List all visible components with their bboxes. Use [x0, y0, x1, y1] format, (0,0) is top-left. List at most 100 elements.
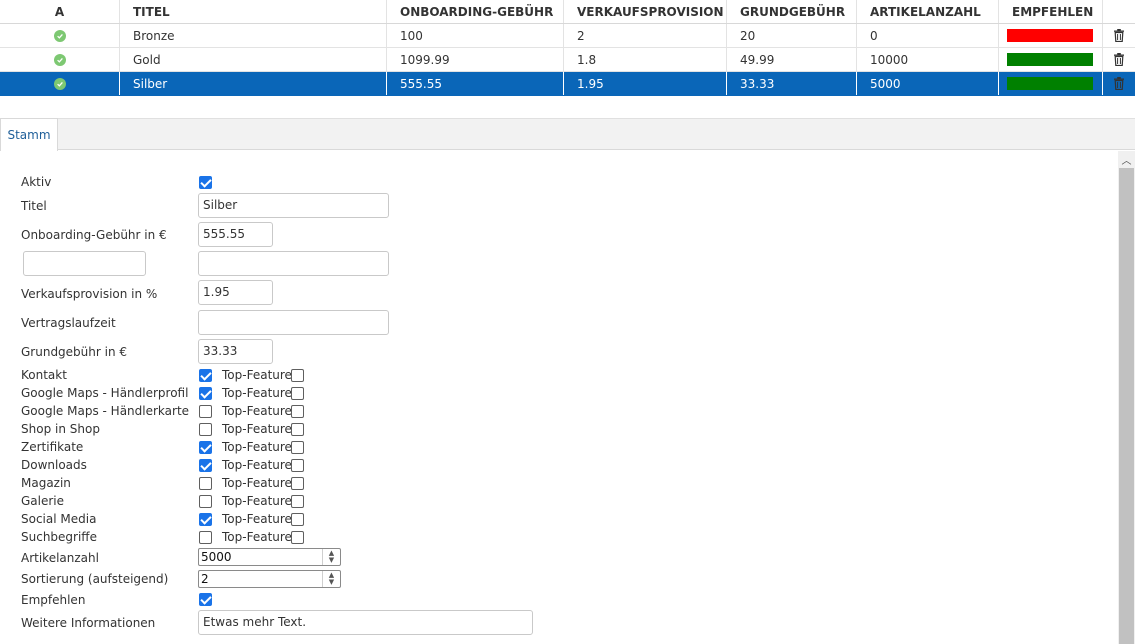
weitere-informationen-input[interactable]: Etwas mehr Text.: [198, 610, 533, 635]
spin-down-icon[interactable]: ▼: [329, 579, 334, 586]
feature-label: Kontakt: [21, 368, 67, 382]
top-feature-label: Top-Feature: [222, 458, 292, 472]
extra-value-input[interactable]: [198, 251, 389, 276]
empfehlen-cell: [999, 48, 1103, 71]
feature-checkbox[interactable]: [199, 369, 212, 382]
table-row[interactable]: Bronze 100 2 20 0: [0, 24, 1135, 48]
titel-input[interactable]: Silber: [198, 193, 389, 218]
column-header-active[interactable]: A: [0, 0, 120, 23]
onboarding-cell: 555.55: [387, 72, 564, 95]
grid-header: A TITEL ONBOARDING-GEBÜHR VERKAUFSPROVIS…: [0, 0, 1135, 24]
table-row[interactable]: Silber 555.55 1.95 33.33 5000: [0, 72, 1135, 96]
sortierung-spin-buttons[interactable]: ▲ ▼: [322, 571, 340, 587]
trash-icon[interactable]: [1113, 29, 1125, 42]
tab-bar: Stamm: [0, 118, 1135, 151]
feature-checkbox[interactable]: [199, 531, 212, 544]
feature-checkbox[interactable]: [199, 423, 212, 436]
tab-stamm[interactable]: Stamm: [0, 118, 58, 151]
artikelanzahl-label: Artikelanzahl: [21, 551, 99, 565]
top-feature-checkbox[interactable]: [291, 459, 304, 472]
artikelanzahl-value: 5000: [201, 550, 232, 564]
feature-checkbox[interactable]: [199, 441, 212, 454]
grundgebuehr-cell: 49.99: [727, 48, 857, 71]
verkaufsprovision-cell: 1.8: [564, 48, 727, 71]
aktiv-label: Aktiv: [21, 175, 52, 189]
feature-checkbox[interactable]: [199, 459, 212, 472]
scrollbar-thumb[interactable]: [1119, 168, 1134, 644]
grid-body: Bronze 100 2 20 0 Gold 1099.99 1.8 49.99 10000 Sil…: [0, 24, 1135, 96]
top-feature-label: Top-Feature: [222, 404, 292, 418]
top-feature-checkbox[interactable]: [291, 495, 304, 508]
delete-cell: [1103, 24, 1135, 47]
column-header-actions: [1103, 0, 1135, 23]
empfehlen-indicator: [1007, 29, 1093, 42]
top-feature-checkbox[interactable]: [291, 369, 304, 382]
top-feature-checkbox[interactable]: [291, 477, 304, 490]
check-circle-icon: [53, 29, 66, 42]
titel-cell: Gold: [120, 48, 387, 71]
artikelanzahl-cell: 10000: [857, 48, 999, 71]
onboarding-input[interactable]: 555.55: [198, 222, 273, 247]
feature-checkbox[interactable]: [199, 387, 212, 400]
feature-label: Zertifikate: [21, 440, 84, 454]
top-feature-checkbox[interactable]: [291, 387, 304, 400]
empfehlen-indicator: [1007, 53, 1093, 66]
column-header-artikelanzahl[interactable]: ARTIKELANZAHL: [857, 0, 999, 23]
artikelanzahl-cell: 0: [857, 24, 999, 47]
active-cell: [0, 48, 120, 71]
top-feature-label: Top-Feature: [222, 440, 292, 454]
feature-label: Google Maps - Händlerprofil: [21, 386, 189, 400]
active-cell: [0, 72, 120, 95]
feature-label: Shop in Shop: [21, 422, 100, 436]
trash-icon[interactable]: [1113, 77, 1125, 90]
onboarding-cell: 100: [387, 24, 564, 47]
artikelanzahl-stepper[interactable]: 5000 ▲ ▼: [198, 548, 341, 566]
verkaufsprovision-input[interactable]: 1.95: [198, 280, 273, 305]
grundgebuehr-cell: 33.33: [727, 72, 857, 95]
column-header-empfehlen[interactable]: EMPFEHLEN: [999, 0, 1103, 23]
detail-form: Aktiv Titel Silber Onboarding-Gebühr in …: [0, 151, 1118, 644]
feature-checkbox[interactable]: [199, 405, 212, 418]
artikelanzahl-spin-buttons[interactable]: ▲ ▼: [322, 549, 340, 565]
feature-checkbox[interactable]: [199, 477, 212, 490]
feature-checkbox[interactable]: [199, 513, 212, 526]
onboarding-cell: 1099.99: [387, 48, 564, 71]
vertragslaufzeit-label: Vertragslaufzeit: [21, 316, 116, 330]
top-feature-label: Top-Feature: [222, 368, 292, 382]
column-header-onboarding[interactable]: ONBOARDING-GEBÜHR: [387, 0, 564, 23]
feature-checkbox[interactable]: [199, 495, 212, 508]
active-cell: [0, 24, 120, 47]
top-feature-checkbox[interactable]: [291, 513, 304, 526]
empfehlen-checkbox[interactable]: [199, 593, 212, 606]
weitere-informationen-label: Weitere Informationen: [21, 616, 156, 630]
trash-icon[interactable]: [1113, 53, 1125, 66]
top-feature-label: Top-Feature: [222, 530, 292, 544]
onboarding-label: Onboarding-Gebühr in €: [21, 228, 167, 242]
top-feature-checkbox[interactable]: [291, 441, 304, 454]
spin-down-icon[interactable]: ▼: [329, 557, 334, 564]
feature-label: Suchbegriffe: [21, 530, 97, 544]
aktiv-checkbox[interactable]: [199, 176, 212, 189]
plans-grid: A TITEL ONBOARDING-GEBÜHR VERKAUFSPROVIS…: [0, 0, 1135, 96]
sortierung-stepper[interactable]: 2 ▲ ▼: [198, 570, 341, 588]
top-feature-checkbox[interactable]: [291, 531, 304, 544]
grundgebuehr-label: Grundgebühr in €: [21, 345, 128, 359]
vertragslaufzeit-input[interactable]: [198, 310, 389, 335]
top-feature-label: Top-Feature: [222, 476, 292, 490]
form-scrollbar[interactable]: ︿: [1118, 151, 1135, 644]
column-header-titel[interactable]: TITEL: [120, 0, 387, 23]
top-feature-label: Top-Feature: [222, 494, 292, 508]
top-feature-checkbox[interactable]: [291, 405, 304, 418]
extra-label-input[interactable]: [23, 251, 146, 276]
column-header-verkaufsprovision[interactable]: VERKAUFSPROVISION: [564, 0, 727, 23]
grundgebuehr-input[interactable]: 33.33: [198, 339, 273, 364]
verkaufsprovision-cell: 1.95: [564, 72, 727, 95]
empfehlen-label: Empfehlen: [21, 593, 86, 607]
titel-label: Titel: [21, 199, 47, 213]
scroll-up-icon[interactable]: ︿: [1118, 151, 1135, 167]
titel-cell: Silber: [120, 72, 387, 95]
table-row[interactable]: Gold 1099.99 1.8 49.99 10000: [0, 48, 1135, 72]
delete-cell: [1103, 72, 1135, 95]
top-feature-checkbox[interactable]: [291, 423, 304, 436]
column-header-grundgebuehr[interactable]: GRUNDGEBÜHR: [727, 0, 857, 23]
